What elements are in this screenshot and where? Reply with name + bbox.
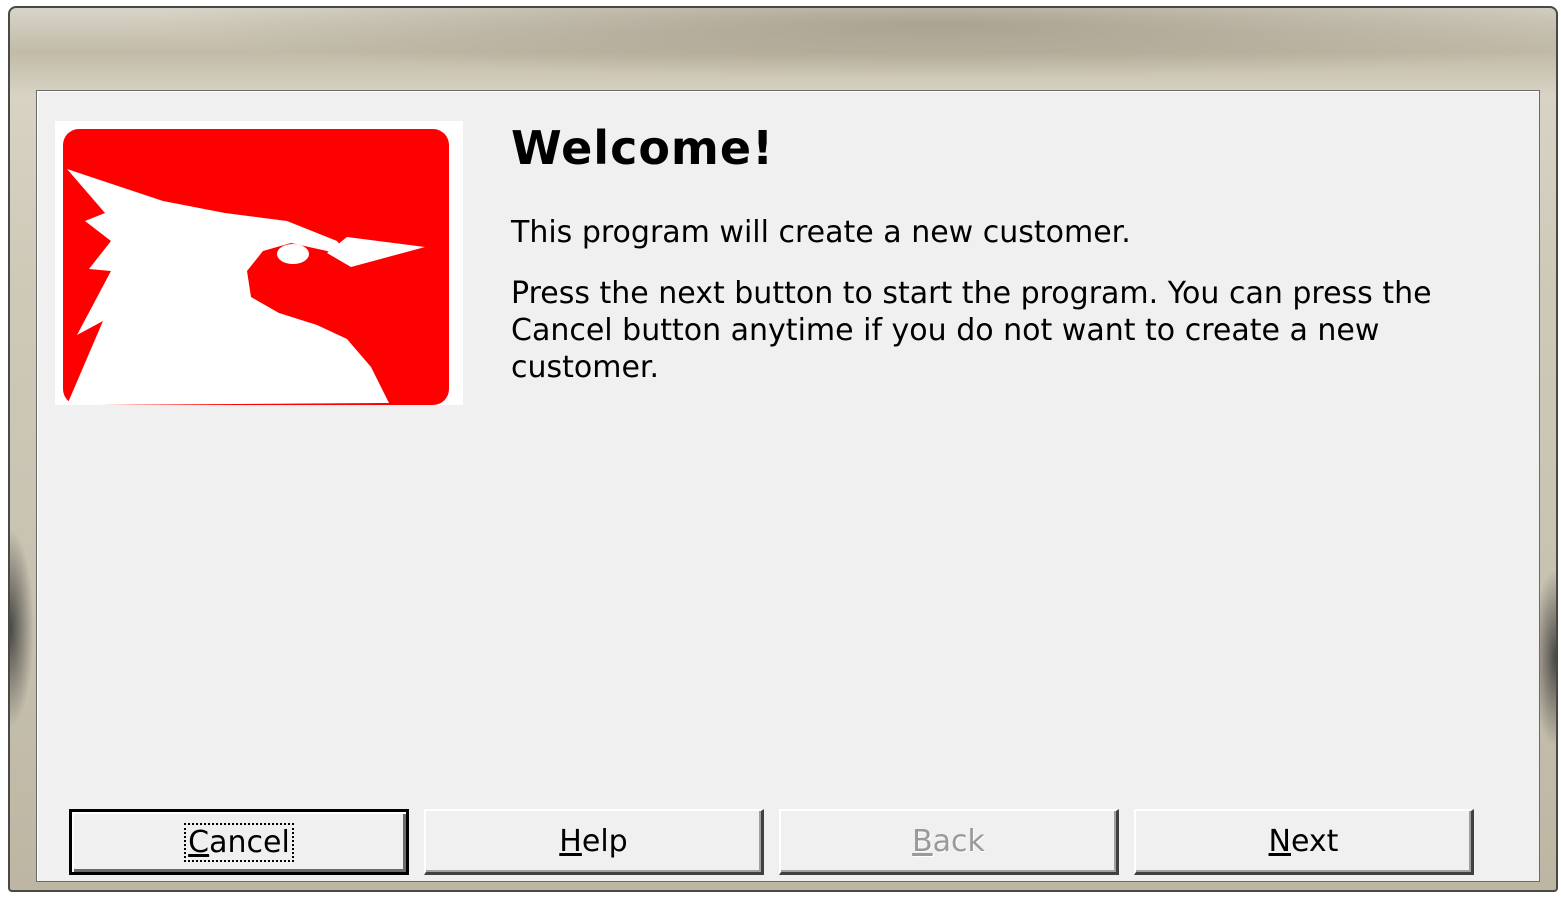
help-mnemonic: H [559,824,582,859]
intro-text: This program will create a new customer. [511,215,1131,251]
next-label-rest: ext [1291,824,1339,859]
help-button[interactable]: Help [424,809,764,875]
cancel-button[interactable]: Cancel [69,809,409,875]
next-button-label: Next [1269,824,1339,859]
wizard-window: Welcome! This program will create a new … [8,6,1558,892]
next-button[interactable]: Next [1134,809,1474,875]
cancel-button-label: Cancel [184,822,294,862]
dialog-client-area: Welcome! This program will create a new … [36,90,1540,882]
back-label-rest: ack [932,824,985,859]
back-mnemonic: B [912,824,933,859]
back-button-label: Back [912,824,985,859]
cancel-mnemonic: C [188,824,210,860]
welcome-title: Welcome! [511,121,775,175]
back-button[interactable]: Back [779,809,1119,875]
welcome-text-area: Welcome! This program will create a new … [511,121,1501,410]
help-label-rest: elp [581,824,628,859]
next-mnemonic: N [1268,824,1291,859]
help-button-label: Help [559,824,627,859]
window-frame-shadow-left [10,528,34,728]
cancel-label-rest: ancel [209,824,290,860]
instruction-text: Press the next button to start the progr… [511,276,1432,386]
cardinal-logo-icon [55,121,463,405]
